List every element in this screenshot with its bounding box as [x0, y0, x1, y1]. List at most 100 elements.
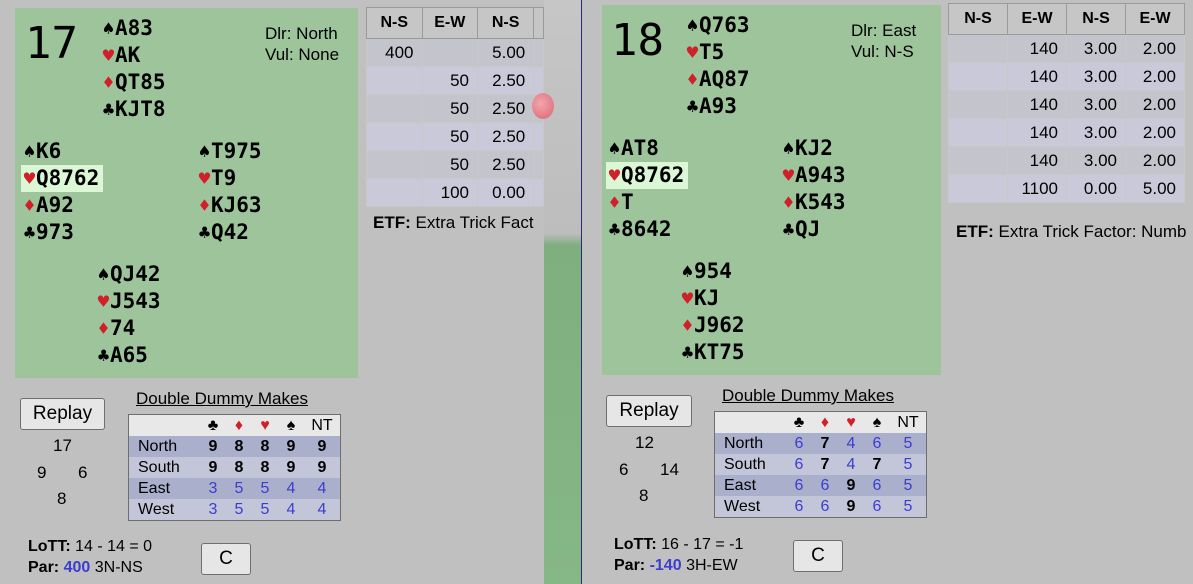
- double-dummy-table: ♣ ♦ ♥ ♠ NT North 9 8 8 9 9 South 9 8 8 9…: [128, 414, 341, 521]
- east-hearts: T9: [211, 166, 237, 190]
- heart-icon: ♥: [252, 414, 278, 436]
- replay-button[interactable]: Replay: [606, 395, 692, 427]
- cell: 140: [1007, 118, 1067, 147]
- north-clubs: KJT8: [115, 97, 166, 121]
- spade-icon: ♠: [681, 261, 694, 283]
- dd-value: 8: [226, 436, 252, 457]
- par-score: 400: [63, 559, 91, 576]
- club-icon: ♣: [102, 99, 115, 121]
- dd-value: 7: [812, 454, 838, 475]
- cell: 2.00: [1125, 146, 1185, 175]
- dd-value: 5: [252, 478, 278, 499]
- west-clubs: 8642: [621, 217, 672, 241]
- diamond-icon: ♦: [608, 192, 621, 214]
- cell: [366, 178, 423, 207]
- west-hand: ♠K6 ♥Q8762 ♦A92 ♣973: [21, 138, 104, 246]
- hcp-west: 9: [37, 463, 47, 482]
- dd-value: 6: [786, 475, 812, 496]
- south-clubs: KT75: [694, 340, 745, 364]
- background-strip: [544, 0, 582, 584]
- spade-icon: ♠: [686, 15, 699, 37]
- cell: 5.00: [476, 38, 535, 67]
- c-button[interactable]: C: [793, 540, 843, 572]
- spade-icon: ♠: [278, 414, 304, 436]
- cell: 3.00: [1066, 90, 1126, 119]
- etf-label: ETF:: [373, 213, 411, 232]
- north-clubs: A93: [699, 94, 737, 118]
- east-hearts: A943: [795, 163, 846, 187]
- vulnerability-label: Vul: N-S: [851, 42, 914, 61]
- dd-value: 4: [278, 499, 304, 521]
- dd-value: 6: [812, 475, 838, 496]
- header-ns-points: N-S: [476, 7, 535, 39]
- header-ew-score: E-W: [1007, 3, 1067, 35]
- dd-value: 9: [200, 457, 226, 478]
- table-row: 1100 0.00 5.00: [948, 174, 1185, 203]
- east-hand: ♠T975 ♥T9 ♦KJ63 ♣Q42: [198, 138, 262, 246]
- spade-icon: ♠: [782, 138, 795, 160]
- table-row: 50 2.50: [366, 66, 544, 95]
- cell: [421, 38, 478, 67]
- cell: [366, 94, 423, 123]
- lott-line: LoTT: 14 - 14 = 0: [28, 538, 152, 556]
- double-dummy-title: Double Dummy Makes: [722, 386, 894, 405]
- cell: 2.50: [476, 150, 535, 179]
- dd-value: 4: [304, 478, 341, 499]
- cell: 50: [421, 122, 478, 151]
- dd-value: 3: [200, 499, 226, 521]
- cell: [533, 150, 544, 179]
- cell: 1100: [1007, 174, 1067, 203]
- notrump-header: NT: [304, 414, 341, 436]
- double-dummy-table: ♣ ♦ ♥ ♠ NT North 6 7 4 6 5 South 6 7 4 7…: [714, 411, 927, 518]
- east-spades: KJ2: [795, 136, 833, 160]
- hcp-east: 6: [78, 463, 88, 482]
- par-contract: 3H-EW: [686, 557, 738, 574]
- cell: 3.00: [1066, 118, 1126, 147]
- dd-value: 7: [812, 433, 838, 454]
- hcp-north: 17: [53, 436, 72, 455]
- cell: [948, 146, 1008, 175]
- cell: [948, 34, 1008, 63]
- heart-icon: ♥: [686, 42, 699, 64]
- board-number: 17: [25, 18, 78, 69]
- replay-button[interactable]: Replay: [20, 398, 105, 430]
- spade-icon: ♠: [23, 141, 36, 163]
- table-row: 140 3.00 2.00: [948, 62, 1185, 91]
- double-dummy-title: Double Dummy Makes: [136, 389, 308, 408]
- header-ew-points: E-W: [1125, 3, 1185, 35]
- header-ns-score: N-S: [948, 3, 1008, 35]
- dd-row-west: West 3 5 5 4 4: [128, 499, 341, 521]
- west-hand: ♠AT8 ♥Q8762 ♦T ♣8642: [606, 135, 689, 243]
- club-icon: ♣: [97, 345, 110, 367]
- table-row: 140 3.00 2.00: [948, 118, 1185, 147]
- heart-icon: ♥: [198, 168, 211, 190]
- par-line: Par: -140 3H-EW: [614, 557, 738, 575]
- lott-line: LoTT: 16 - 17 = -1: [614, 536, 743, 554]
- cell: 2.50: [476, 122, 535, 151]
- diamond-icon: ♦: [226, 414, 252, 436]
- cell: 2.00: [1125, 34, 1185, 63]
- dealer-label: Dlr: East: [851, 21, 917, 40]
- c-button[interactable]: C: [201, 543, 251, 575]
- cell: [533, 178, 544, 207]
- dd-value: 9: [304, 457, 341, 478]
- east-clubs: QJ: [795, 217, 821, 241]
- cell: [533, 66, 544, 95]
- heart-icon: ♥: [681, 288, 694, 310]
- south-spades: QJ42: [110, 262, 161, 286]
- cell: [533, 38, 544, 67]
- cell: 100: [421, 178, 478, 207]
- deal-diagram: 17 Dlr: North Vul: None ♠A83 ♥AK ♦QT85 ♣…: [15, 8, 358, 378]
- corner-cell: [128, 414, 200, 436]
- dd-value: 5: [890, 475, 927, 496]
- hcp-west: 6: [619, 460, 629, 479]
- traveller-score-table: N-S E-W N-S E-W 140 3.00 2.00 140 3.00 2.00 …: [948, 3, 1185, 203]
- spade-icon: ♠: [864, 411, 890, 433]
- north-hand: ♠Q763 ♥T5 ♦AQ87 ♣A93: [686, 12, 750, 120]
- south-hand: ♠QJ42 ♥J543 ♦74 ♣A65: [97, 261, 161, 369]
- hcp-east: 14: [660, 460, 679, 479]
- club-icon: ♣: [23, 222, 36, 244]
- table-row: 50 2.50: [366, 150, 544, 179]
- hcp-south: 8: [639, 486, 649, 505]
- diamond-icon: ♦: [102, 72, 115, 94]
